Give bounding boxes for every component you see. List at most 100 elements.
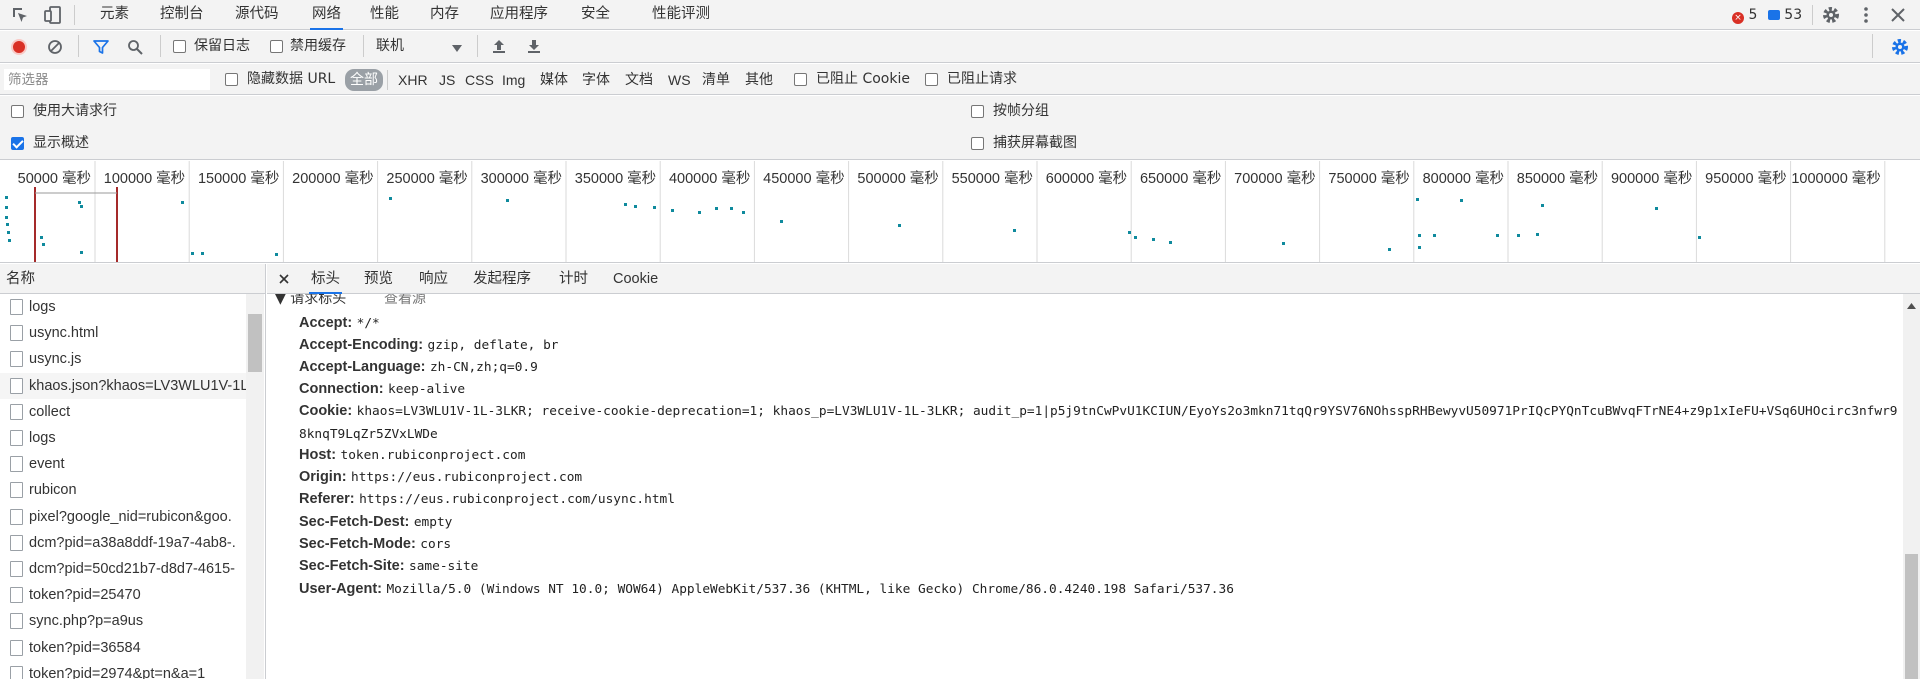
large-rows-checkbox[interactable] — [11, 105, 24, 118]
type-filter-ws[interactable]: WS — [668, 70, 691, 90]
tab-headers[interactable]: 标头 — [309, 264, 342, 294]
request-row[interactable]: usync.js — [0, 346, 246, 372]
show-overview-checkbox[interactable] — [11, 137, 24, 150]
filter-bar: 隐藏数据 URL 全部 XHR JS CSS Img 媒体 字体 文档 WS 清… — [0, 64, 1920, 95]
request-row[interactable]: token?pid=25470 — [0, 582, 246, 608]
request-row[interactable]: logs — [0, 425, 246, 451]
timeline-tick-label: 400000 毫秒 — [669, 169, 750, 187]
search-icon[interactable] — [127, 39, 143, 59]
timeline-tick-label: 650000 毫秒 — [1140, 169, 1221, 187]
type-filter-xhr[interactable]: XHR — [398, 70, 428, 90]
timeline-tick-label: 50000 毫秒 — [18, 169, 91, 187]
request-list-scrollbar[interactable] — [246, 294, 264, 679]
view-source-link[interactable]: 查看源 — [384, 294, 426, 308]
type-filter-all[interactable]: 全部 — [345, 69, 383, 91]
tab-memory[interactable]: 内存 — [430, 0, 459, 30]
request-row[interactable]: dcm?pid=a38a8ddf-19a7-4ab8-. — [0, 530, 246, 556]
header-name: Referer: — [299, 491, 355, 507]
request-row[interactable]: khaos.json?khaos=LV3WLU1V-1L — [0, 372, 246, 399]
tab-security[interactable]: 安全 — [581, 0, 610, 30]
request-name: token?pid=25470 — [29, 587, 141, 604]
filter-input[interactable] — [4, 69, 210, 90]
filter-icon[interactable] — [93, 39, 109, 59]
request-name: token?pid=36584 — [29, 639, 141, 656]
tab-elements[interactable]: 元素 — [100, 0, 129, 30]
scrollbar-thumb[interactable] — [248, 314, 262, 372]
device-toolbar-icon[interactable] — [43, 5, 63, 25]
tab-timing[interactable]: 计时 — [559, 264, 588, 294]
tab-console[interactable]: 控制台 — [160, 0, 204, 30]
file-icon — [10, 482, 23, 499]
preserve-log-checkbox[interactable] — [173, 40, 186, 53]
type-filter-manifest[interactable]: 清单 — [702, 70, 730, 90]
record-button[interactable] — [11, 39, 27, 55]
tab-application[interactable]: 应用程序 — [490, 0, 548, 30]
divider — [477, 35, 478, 57]
request-header-row: Accept: */* — [299, 312, 1899, 335]
type-filter-img[interactable]: Img — [502, 70, 525, 90]
type-filter-doc[interactable]: 文档 — [625, 70, 653, 90]
request-row[interactable]: logs — [0, 294, 246, 320]
tab-performance[interactable]: 性能 — [370, 0, 399, 30]
request-headers-section-title[interactable]: ▼ 请求标头 — [275, 294, 346, 308]
request-header-row: Sec-Fetch-Site: same-site — [299, 555, 1899, 578]
issue-counter[interactable]: × 5 53 — [1732, 6, 1802, 24]
disable-cache-checkbox[interactable] — [270, 40, 283, 53]
details-scrollbar[interactable] — [1903, 294, 1920, 679]
request-name: dcm?pid=a38a8ddf-19a7-4ab8-. — [29, 534, 236, 551]
request-row[interactable]: event — [0, 451, 246, 477]
scroll-up-icon[interactable] — [1907, 298, 1916, 313]
tab-preview[interactable]: 预览 — [364, 264, 393, 294]
capture-screenshots-checkbox[interactable] — [971, 137, 984, 150]
throttling-select[interactable]: 联机 — [374, 35, 464, 57]
tab-lighthouse[interactable]: 性能评测 — [652, 0, 710, 30]
request-row[interactable]: token?pid=36584 — [0, 635, 246, 661]
tab-cookies[interactable]: Cookie — [613, 264, 658, 294]
request-dot — [1418, 234, 1421, 237]
request-row[interactable]: pixel?google_nid=rubicon&goo. — [0, 504, 246, 530]
tab-sources[interactable]: 源代码 — [235, 0, 279, 30]
export-har-icon[interactable] — [526, 38, 542, 58]
request-dot — [898, 224, 901, 227]
clear-icon[interactable] — [47, 39, 63, 59]
inspect-element-icon[interactable] — [10, 5, 30, 25]
request-dot — [742, 211, 745, 214]
request-row[interactable]: rubicon — [0, 477, 246, 503]
request-row[interactable]: token?pid=2974&pt=n&a=1 — [0, 661, 246, 679]
file-icon — [10, 377, 23, 394]
request-dot — [506, 199, 509, 202]
type-filter-js[interactable]: JS — [439, 70, 455, 90]
request-row[interactable]: collect — [0, 399, 246, 425]
type-filter-media[interactable]: 媒体 — [540, 70, 568, 90]
tab-network[interactable]: 网络 — [310, 0, 343, 30]
close-details-icon[interactable] — [277, 270, 291, 290]
type-filter-font[interactable]: 字体 — [582, 70, 610, 90]
request-dot — [1418, 246, 1421, 249]
request-name: token?pid=2974&pt=n&a=1 — [29, 665, 206, 679]
tab-initiator[interactable]: 发起程序 — [473, 264, 531, 294]
type-filter-css[interactable]: CSS — [465, 70, 494, 90]
name-column-header[interactable]: 名称 — [0, 264, 265, 294]
type-filter-other[interactable]: 其他 — [745, 70, 773, 90]
group-by-frame-checkbox[interactable] — [971, 105, 984, 118]
network-settings-gear-icon[interactable] — [1890, 37, 1910, 61]
hide-data-urls-checkbox[interactable] — [225, 73, 238, 86]
divider — [160, 35, 161, 57]
scrollbar-thumb[interactable] — [1905, 554, 1918, 679]
request-row[interactable]: usync.html — [0, 320, 246, 346]
tab-response[interactable]: 响应 — [419, 264, 448, 294]
close-icon[interactable] — [1888, 5, 1908, 25]
blocked-requests-checkbox[interactable] — [925, 73, 938, 86]
request-name: khaos.json?khaos=LV3WLU1V-1L — [29, 377, 246, 394]
network-overview-timeline[interactable]: 50000 毫秒 100000 毫秒 150000 毫秒 200000 毫秒 25000… — [0, 161, 1920, 263]
divider — [74, 5, 75, 25]
request-row[interactable]: sync.php?p=a9us — [0, 608, 246, 634]
chevron-down-icon — [452, 42, 462, 57]
header-value: keep-alive — [388, 382, 466, 397]
gear-icon[interactable] — [1821, 5, 1841, 25]
request-dot — [1460, 199, 1463, 202]
import-har-icon[interactable] — [491, 38, 507, 58]
more-options-icon[interactable] — [1856, 5, 1876, 25]
blocked-cookies-checkbox[interactable] — [794, 73, 807, 86]
request-row[interactable]: dcm?pid=50cd21b7-d8d7-4615- — [0, 556, 246, 582]
